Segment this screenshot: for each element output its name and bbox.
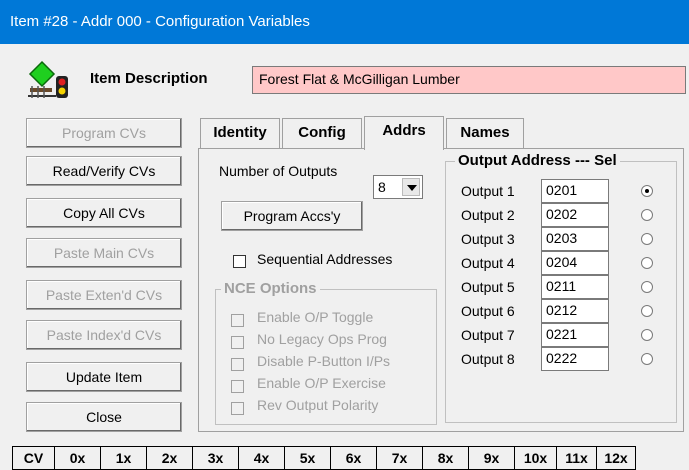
cv-column-header: 10x <box>514 446 556 470</box>
cv-column-header: 12x <box>596 446 636 470</box>
output-address-field[interactable]: 0221 <box>541 323 609 347</box>
read-verify-cvs-button[interactable]: Read/Verify CVs <box>26 156 182 186</box>
output-select-radio[interactable] <box>641 353 653 365</box>
paste-extend-cvs-button[interactable]: Paste Exten'd CVs <box>26 280 182 310</box>
cv-column-header: CV <box>12 446 54 470</box>
chevron-down-icon[interactable] <box>402 178 420 196</box>
copy-all-cvs-button[interactable]: Copy All CVs <box>26 198 182 228</box>
nce-option-label: Enable O/P Toggle <box>257 309 374 325</box>
tab-addrs[interactable]: Addrs <box>364 116 444 150</box>
nce-option-checkbox[interactable] <box>231 336 244 349</box>
program-cvs-button[interactable]: Program CVs <box>26 118 182 148</box>
nce-option-label: Enable O/P Exercise <box>257 375 386 391</box>
output-label: Output 5 <box>461 279 515 295</box>
item-description-label: Item Description <box>90 70 208 87</box>
cv-column-header: 11x <box>556 446 596 470</box>
output-select-radio[interactable] <box>641 257 653 269</box>
nce-option-label: Rev Output Polarity <box>257 397 379 413</box>
item-description-field[interactable]: Forest Flat & McGilligan Lumber <box>252 66 686 94</box>
cv-column-header: 1x <box>100 446 146 470</box>
output-label: Output 8 <box>461 351 515 367</box>
cv-column-header: 9x <box>468 446 514 470</box>
output-label: Output 6 <box>461 303 515 319</box>
output-select-radio[interactable] <box>641 233 653 245</box>
addrs-panel: Number of Outputs 8 Program Accs'y Seque… <box>198 148 684 432</box>
nce-option-checkbox[interactable] <box>231 314 244 327</box>
output-label: Output 7 <box>461 327 515 343</box>
output-select-radio[interactable] <box>641 185 653 197</box>
cv-column-header: 0x <box>54 446 100 470</box>
output-label: Output 3 <box>461 231 515 247</box>
output-address-title: Output Address --- Sel <box>455 152 620 169</box>
paste-indexd-cvs-button[interactable]: Paste Index'd CVs <box>26 320 182 350</box>
output-address-field[interactable]: 0212 <box>541 299 609 323</box>
cv-column-header: 6x <box>330 446 376 470</box>
cv-column-header: 5x <box>284 446 330 470</box>
item-description-row: Item Description Forest Flat & McGilliga… <box>26 60 686 100</box>
output-select-radio[interactable] <box>641 305 653 317</box>
cv-column-header: 7x <box>376 446 422 470</box>
number-of-outputs-label: Number of Outputs <box>219 163 338 179</box>
output-address-field[interactable]: 0201 <box>541 179 609 203</box>
number-of-outputs-select[interactable]: 8 <box>373 175 423 199</box>
window-title: Item #28 - Addr 000 - Configuration Vari… <box>0 0 689 44</box>
nce-option-label: Disable P-Button I/Ps <box>257 353 391 369</box>
cv-column-header: 8x <box>422 446 468 470</box>
nce-option-checkbox[interactable] <box>231 402 244 415</box>
output-address-field[interactable]: 0203 <box>541 227 609 251</box>
output-label: Output 1 <box>461 183 515 199</box>
output-address-field[interactable]: 0211 <box>541 275 609 299</box>
output-label: Output 4 <box>461 255 515 271</box>
output-select-radio[interactable] <box>641 329 653 341</box>
sequential-addresses-label: Sequential Addresses <box>257 251 393 267</box>
output-select-radio[interactable] <box>641 281 653 293</box>
nce-option-label: No Legacy Ops Prog <box>257 331 387 347</box>
cv-table-header: CV 0x 1x 2x 3x 4x 5x 6x 7x 8x 9x 10x 11x… <box>12 446 636 470</box>
cv-column-header: 4x <box>238 446 284 470</box>
output-address-field[interactable]: 0202 <box>541 203 609 227</box>
tab-names[interactable]: Names <box>446 118 524 148</box>
close-button[interactable]: Close <box>26 402 182 432</box>
output-select-radio[interactable] <box>641 209 653 221</box>
paste-main-cvs-button[interactable]: Paste Main CVs <box>26 238 182 268</box>
program-accessory-button[interactable]: Program Accs'y <box>221 201 363 231</box>
signal-icon <box>28 60 68 98</box>
update-item-button[interactable]: Update Item <box>26 362 182 392</box>
output-address-field[interactable]: 0222 <box>541 347 609 371</box>
cv-column-header: 2x <box>146 446 192 470</box>
output-label: Output 2 <box>461 207 515 223</box>
nce-option-checkbox[interactable] <box>231 380 244 393</box>
cv-column-header: 3x <box>192 446 238 470</box>
tab-identity[interactable]: Identity <box>200 118 280 148</box>
sequential-addresses-checkbox[interactable] <box>233 255 246 268</box>
number-of-outputs-value: 8 <box>378 179 386 195</box>
nce-option-checkbox[interactable] <box>231 358 244 371</box>
nce-options-title: NCE Options <box>221 280 320 297</box>
tab-config[interactable]: Config <box>282 118 362 148</box>
output-address-field[interactable]: 0204 <box>541 251 609 275</box>
